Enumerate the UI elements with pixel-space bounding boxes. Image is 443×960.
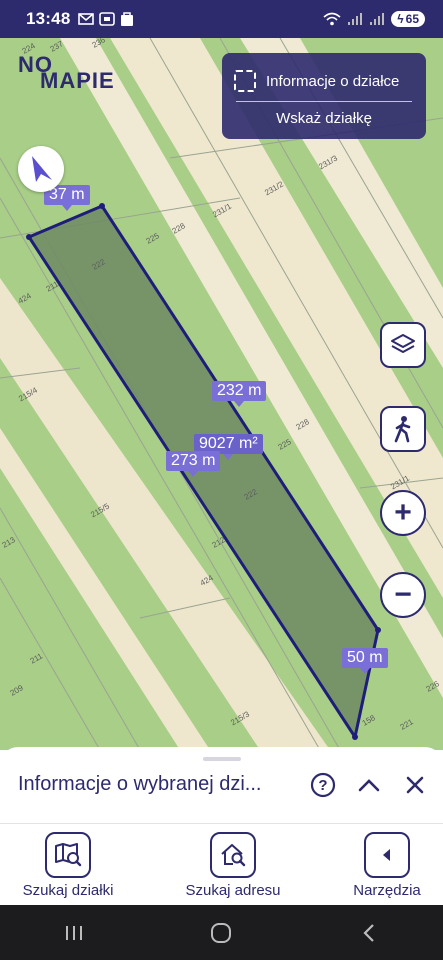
status-time: 13:48 — [26, 9, 71, 28]
recent-apps-button[interactable] — [44, 913, 104, 953]
bag-icon — [121, 12, 134, 26]
logo-line-2: MAPIE — [40, 68, 115, 93]
app-logo: NO MAPIE — [18, 52, 128, 94]
home-button[interactable] — [191, 913, 251, 953]
home-icon — [211, 922, 232, 943]
zoom-out-button[interactable]: − — [380, 572, 426, 618]
gmail-icon — [78, 13, 95, 25]
zoom-in-button[interactable]: + — [380, 490, 426, 536]
battery-charging-icon: ϟ — [397, 12, 404, 26]
battery-level: 65 — [405, 12, 419, 26]
edge-length-label: 50 m — [342, 648, 388, 674]
close-icon — [406, 776, 424, 794]
sheet-title: Informacje o wybranej dzi... — [18, 773, 262, 795]
back-button[interactable] — [339, 913, 399, 953]
signal-icon — [370, 13, 385, 25]
screenshot-icon — [99, 12, 116, 26]
svg-text:?: ? — [318, 777, 327, 794]
home-search-icon — [210, 832, 256, 878]
parcel-info-panel: Informacje o działce Wskaż działkę — [222, 53, 426, 139]
compass-button[interactable] — [18, 146, 64, 192]
layers-button[interactable] — [380, 322, 426, 368]
layers-icon — [391, 334, 415, 353]
navigation-arrow-icon — [32, 156, 52, 182]
system-navigation-bar — [0, 905, 443, 960]
tab-tools[interactable]: Narzędzia — [322, 832, 443, 899]
select-area-icon — [234, 70, 256, 92]
parcel-details-sheet[interactable]: Informacje o wybranej dzi... ? — [0, 747, 443, 823]
plus-icon: + — [394, 496, 412, 529]
tab-label: Narzędzia — [353, 882, 421, 899]
help-button[interactable]: ? — [309, 771, 337, 799]
status-bar: 13:48 ϟ 65 — [0, 0, 443, 38]
tab-label: Szukaj adresu — [185, 882, 281, 899]
edge-length-label: 232 m — [212, 381, 267, 407]
collapse-button[interactable] — [355, 771, 383, 799]
parcel-info-row[interactable]: Informacje o działce — [222, 53, 426, 97]
close-button[interactable] — [401, 771, 429, 799]
bottom-tab-bar: Szukaj działki Szukaj adresu Narzędzia — [0, 823, 443, 905]
tab-search-parcel[interactable]: Szukaj działki — [3, 832, 133, 899]
back-icon — [363, 923, 374, 942]
battery-icon: ϟ 65 — [391, 11, 425, 27]
signal-icon — [348, 13, 363, 25]
walk-button[interactable] — [380, 406, 426, 452]
map-view[interactable]: 224 237 225 228 231/1 231/2 231/3 222 42… — [0, 38, 443, 750]
edge-length-label: 273 m — [166, 451, 221, 477]
help-icon: ? — [310, 772, 336, 798]
recent-apps-icon — [65, 925, 82, 940]
parcel-info-title: Informacje o działce — [266, 72, 400, 90]
sheet-drag-handle[interactable] — [203, 757, 241, 761]
minus-icon: − — [394, 578, 412, 611]
chevron-up-icon — [358, 779, 380, 792]
divider — [236, 101, 412, 102]
walk-icon — [394, 416, 411, 443]
tab-label: Szukaj działki — [22, 882, 114, 899]
point-parcel-button[interactable]: Wskaż działkę — [222, 110, 426, 127]
arrow-left-icon — [364, 832, 410, 878]
tab-search-address[interactable]: Szukaj adresu — [168, 832, 298, 899]
wifi-icon — [323, 12, 341, 26]
map-search-icon — [45, 832, 91, 878]
